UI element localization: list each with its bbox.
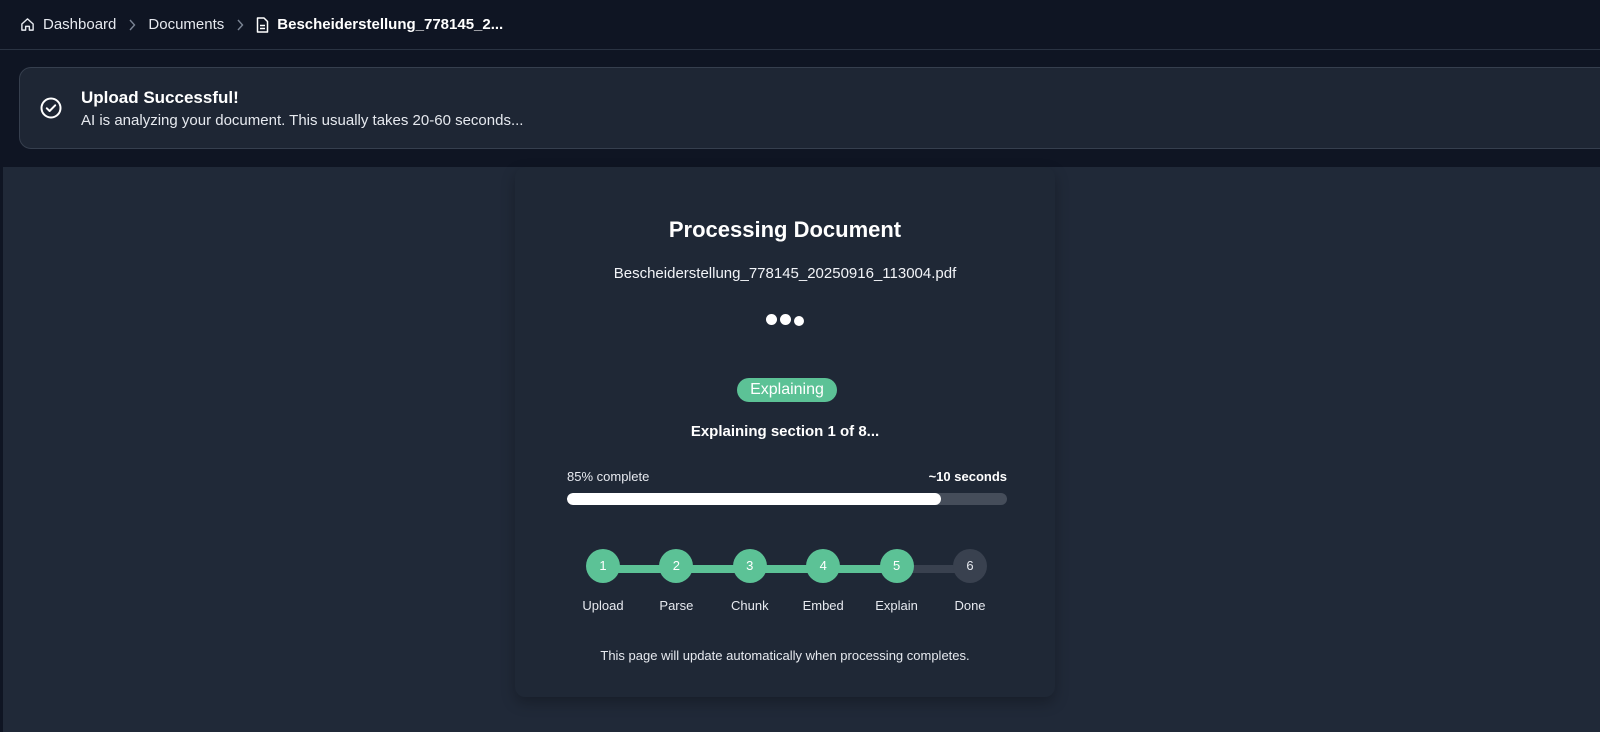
step-chunk-label: Chunk [731, 598, 769, 613]
breadcrumb: Dashboard Documents Bescheiderstellung_7… [0, 0, 1600, 50]
alert-message: AI is analyzing your document. This usua… [81, 111, 524, 129]
chevron-right-icon [128, 19, 136, 31]
step-embed-label: Embed [802, 598, 844, 613]
breadcrumb-documents-label: Documents [148, 16, 225, 33]
step-upload-label: Upload [582, 598, 624, 613]
upload-success-alert: Upload Successful! AI is analyzing your … [19, 67, 1600, 149]
progress-bar-fill [567, 493, 941, 505]
processing-title: Processing Document [668, 217, 902, 242]
processing-card: Processing Document Bescheiderstellung_7… [515, 167, 1055, 697]
breadcrumb-current-label: Bescheiderstellung_778145_2... [277, 16, 504, 33]
stage-badge: Explaining [737, 378, 837, 402]
file-icon [256, 16, 269, 33]
progress-bar [567, 493, 1007, 505]
processing-stepper: 1 Upload 2 Parse 3 Chunk 4 Embed 5 Explain 6 Done [515, 549, 1055, 619]
loading-dot [794, 316, 804, 326]
loading-dot [780, 314, 791, 325]
alert-text: Upload Successful! AI is analyzing your … [81, 88, 523, 129]
step-explain-label: Explain [875, 598, 918, 613]
breadcrumb-current: Bescheiderstellung_778145_2... [256, 16, 503, 33]
auto-update-note: This page will update automatically when… [600, 648, 970, 663]
main-panel: Processing Document Bescheiderstellung_7… [3, 167, 1600, 732]
processing-filename: Bescheiderstellung_778145_20250916_11300… [613, 265, 957, 282]
step-parse-label: Parse [659, 598, 694, 613]
progress-labels: 85% complete ~10 seconds [567, 469, 1007, 484]
step-upload-circle: 1 [586, 549, 620, 583]
step-embed-circle: 4 [806, 549, 841, 583]
eta-label: ~10 seconds [928, 469, 1007, 484]
chevron-right-icon [236, 19, 244, 31]
loading-dot [766, 314, 777, 325]
step-done-circle: 6 [953, 549, 987, 583]
step-explain-circle: 5 [879, 549, 914, 583]
loading-dots-icon [515, 314, 1055, 326]
breadcrumb-dashboard-link[interactable]: Dashboard [20, 16, 116, 33]
status-text: Explaining section 1 of 8... [690, 423, 880, 440]
step-done-label: Done [954, 598, 986, 613]
step-chunk-circle: 3 [732, 549, 767, 583]
breadcrumb-dashboard-label: Dashboard [43, 16, 117, 33]
progress-percent-label: 85% complete [567, 469, 650, 484]
breadcrumb-documents-link[interactable]: Documents [148, 16, 224, 33]
step-parse-circle: 2 [659, 549, 694, 583]
alert-title: Upload Successful! [81, 87, 239, 107]
home-icon [20, 17, 35, 32]
check-circle-icon [40, 97, 62, 119]
